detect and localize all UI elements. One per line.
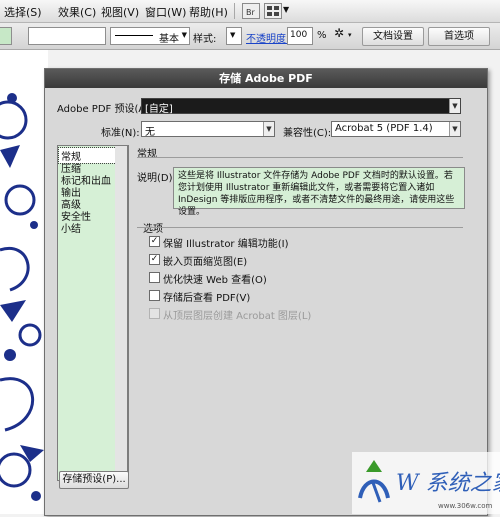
description-text: 这些是将 Illustrator 文件存储为 Adobe PDF 文档时的默认设… <box>173 167 465 217</box>
preserve-editing-checkbox[interactable]: ✓ <box>149 236 160 247</box>
menu-help[interactable]: 帮助(H) <box>189 4 228 20</box>
bridge-icon[interactable]: Br <box>242 3 260 19</box>
menu-window[interactable]: 窗口(W) <box>145 4 186 20</box>
dialog-title: 存储 Adobe PDF <box>45 69 487 88</box>
artboard-artwork <box>0 50 48 514</box>
compatibility-value: Acrobat 5 (PDF 1.4) <box>335 123 433 134</box>
svg-text:www.306w.com: www.306w.com <box>438 502 493 510</box>
chevron-down-icon: ▼ <box>449 99 460 113</box>
chevron-down-icon: ▼ <box>181 31 187 39</box>
category-scrollbar[interactable] <box>115 145 128 481</box>
create-acrobat-layers-label: 从顶层图层创建 Acrobat 图层(L) <box>163 311 312 322</box>
menu-separator <box>234 3 235 19</box>
create-acrobat-layers-checkbox <box>149 308 160 319</box>
view-after-save-checkbox[interactable] <box>149 290 160 301</box>
standard-label: 标准(N): <box>101 128 140 139</box>
chevron-down-icon: ▼ <box>449 122 460 136</box>
save-adobe-pdf-dialog: 存储 Adobe PDF Adobe PDF 预设(A): [自定] ▼ 标准(… <box>44 68 488 516</box>
category-item-summary[interactable]: 小结 <box>61 220 81 235</box>
menu-bar: 选择(S) 效果(C) 视图(V) 窗口(W) 帮助(H) Br ▼ <box>0 0 500 23</box>
compatibility-label: 兼容性(C): <box>283 128 332 139</box>
grid-icon <box>267 6 279 16</box>
stroke-preview-line <box>115 35 153 36</box>
svg-text:W 系统之家: W 系统之家 <box>396 471 500 496</box>
menu-select[interactable]: 选择(S) <box>4 4 42 20</box>
opacity-input[interactable]: 100 <box>287 27 313 45</box>
menu-effect[interactable]: 效果(C) <box>58 4 96 20</box>
standard-select[interactable]: 无 ▼ <box>141 121 275 138</box>
opacity-unit: % <box>317 30 327 41</box>
opacity-value: 100 <box>290 30 308 40</box>
svg-text:Br: Br <box>246 8 255 17</box>
control-bar: 基本 ▼ 样式: ▼ 不透明度: 100 % ✲ ▾ 文档设置 首选项 <box>0 23 500 50</box>
embed-thumbnails-label: 嵌入页面缩览图(E) <box>163 257 248 268</box>
optimize-web-checkbox[interactable] <box>149 272 160 283</box>
stroke-weight-field[interactable] <box>28 27 106 45</box>
opacity-link[interactable]: 不透明度: <box>246 30 289 45</box>
preset-value: [自定] <box>145 104 173 115</box>
options-divider <box>137 227 463 228</box>
watermark-logo: W 系统之家 www.306w.com <box>352 452 500 514</box>
preferences-button[interactable]: 首选项 <box>428 27 490 46</box>
recolor-icon[interactable]: ✲ <box>334 26 344 40</box>
fill-swatch[interactable] <box>0 27 12 45</box>
arrange-documents-icon[interactable] <box>264 3 282 19</box>
standard-value: 无 <box>145 127 155 138</box>
preserve-editing-label: 保留 Illustrator 编辑功能(I) <box>163 239 289 250</box>
chevron-down-icon: ▼ <box>263 122 274 136</box>
section-divider <box>137 157 463 158</box>
menu-view[interactable]: 视图(V) <box>101 4 139 20</box>
chevron-down-icon: ▼ <box>230 31 236 39</box>
preset-label: Adobe PDF 预设(A): <box>57 104 153 115</box>
preset-select[interactable]: [自定] ▼ <box>141 98 461 115</box>
stroke-style-select[interactable]: 基本 ▼ <box>110 27 190 45</box>
stroke-style-value: 基本 <box>159 34 179 45</box>
site-watermark: W 系统之家 www.306w.com <box>352 452 500 514</box>
floral-pattern-image <box>0 93 44 501</box>
style-swatch[interactable]: ▼ <box>226 27 242 45</box>
chevron-down-icon[interactable]: ▾ <box>348 31 352 39</box>
style-label: 样式: <box>193 34 217 45</box>
description-label: 说明(D): <box>137 173 176 184</box>
optimize-web-label: 优化快速 Web 查看(O) <box>163 275 267 286</box>
compatibility-select[interactable]: Acrobat 5 (PDF 1.4) ▼ <box>331 121 461 137</box>
bridge-glyph-icon: Br <box>246 8 255 17</box>
view-after-save-label: 存储后查看 PDF(V) <box>163 293 251 304</box>
embed-thumbnails-checkbox[interactable]: ✓ <box>149 254 160 265</box>
save-preset-button[interactable]: 存储预设(P)... <box>59 471 129 489</box>
chevron-down-icon[interactable]: ▼ <box>283 5 289 14</box>
document-setup-button[interactable]: 文档设置 <box>362 27 424 46</box>
